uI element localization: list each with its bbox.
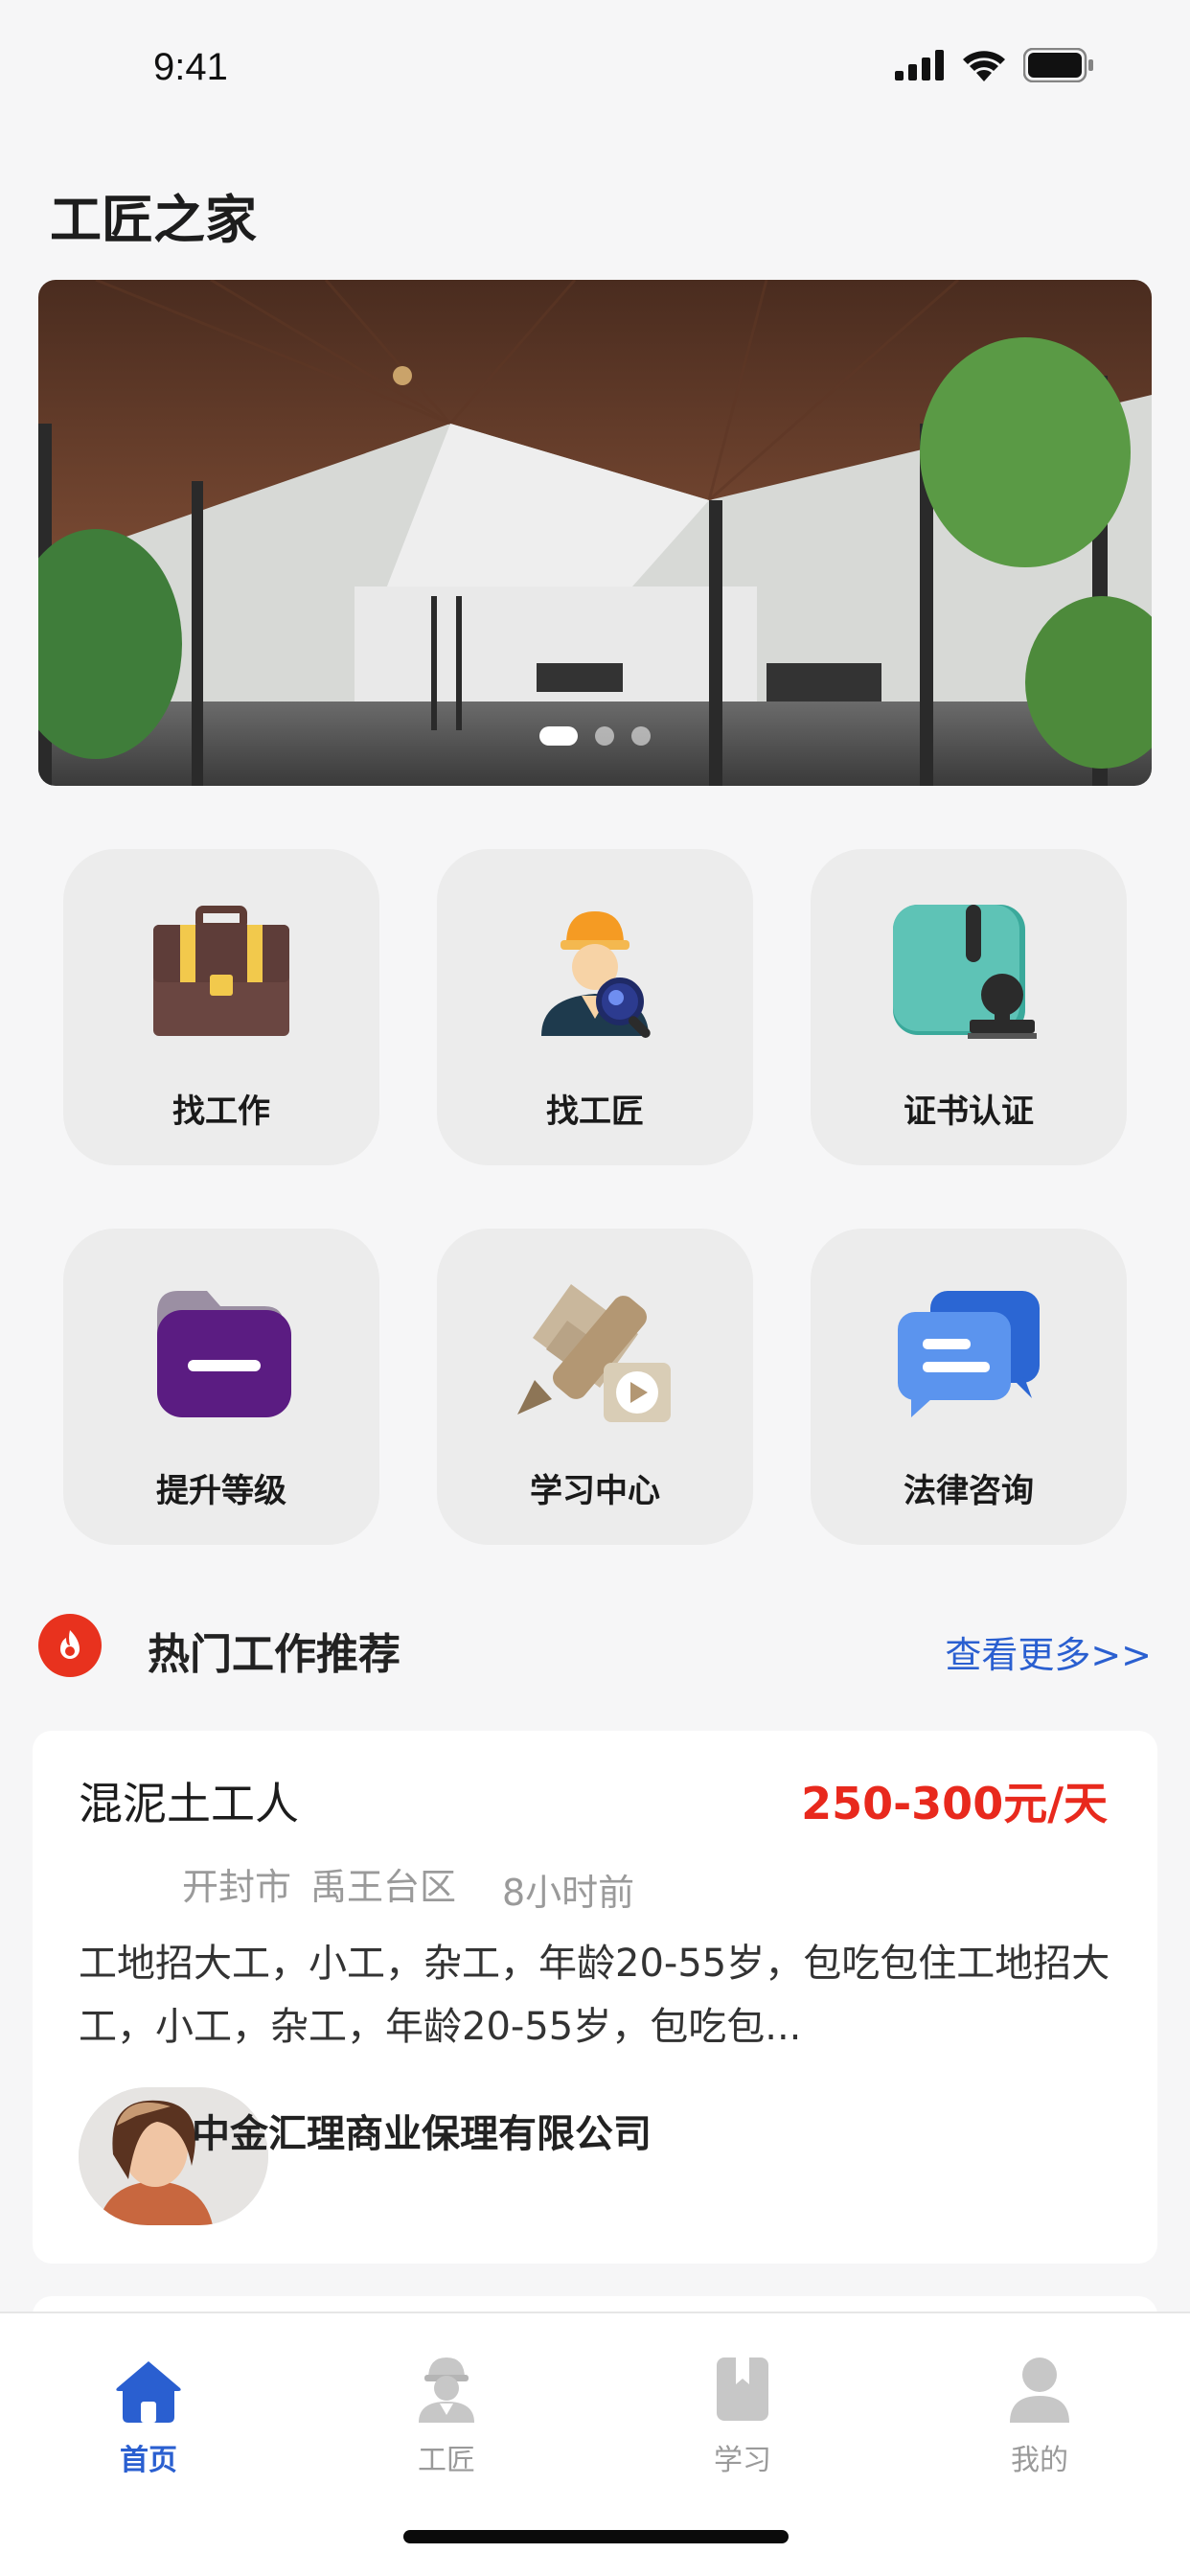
worker-icon	[419, 2358, 474, 2423]
banner-pagination	[38, 726, 1152, 746]
banner-dot[interactable]	[595, 726, 614, 746]
profile-icon	[1010, 2358, 1069, 2423]
banner-carousel[interactable]	[38, 280, 1152, 786]
tab-label: 我的	[1011, 2444, 1068, 2477]
job-location: 开封市 禹王台区	[182, 1857, 475, 1910]
status-icons	[895, 48, 1094, 82]
fire-icon	[38, 1614, 102, 1677]
tab-mine[interactable]: 我的	[963, 2340, 1116, 2478]
wifi-icon	[963, 51, 1005, 81]
feature-level-up[interactable]: 提升等级	[63, 1229, 379, 1545]
banner-dot[interactable]	[539, 726, 578, 746]
job-salary: 250-300元/天	[801, 1778, 1108, 1829]
book-icon	[717, 2358, 768, 2421]
tab-home[interactable]: 首页	[72, 2340, 225, 2478]
feature-certificate[interactable]: 证书认证	[811, 849, 1127, 1165]
hot-jobs-header: 热门工作推荐 查看更多>>	[38, 1614, 1152, 1681]
status-bar: 9:41	[0, 0, 1190, 134]
feature-label: 找工匠	[546, 1092, 644, 1131]
job-description: 工地招大工，小工，杂工，年龄20-55岁，包吃包住工地招大工，小工，杂工，年龄2…	[79, 1942, 1110, 2049]
section-title: 热门工作推荐	[148, 1630, 400, 1679]
tab-craftsman[interactable]: 工匠	[370, 2340, 523, 2478]
job-posted-time: 8小时前	[502, 1872, 635, 1914]
pencil-video-icon	[517, 1284, 671, 1422]
banner-image	[38, 280, 1152, 786]
view-more-link[interactable]: 查看更多>>	[945, 1625, 1152, 1678]
app-title: 工匠之家	[50, 190, 257, 250]
feature-grid: 找工作 找工匠 证书认证 提升等级 学习中心 法律咨询	[63, 849, 1127, 1545]
feature-label: 找工作	[172, 1092, 270, 1131]
job-district: 禹王台区	[310, 1866, 457, 1908]
feature-label: 法律咨询	[904, 1472, 1034, 1510]
job-city: 开封市	[182, 1866, 292, 1908]
feature-label: 学习中心	[530, 1472, 660, 1510]
job-title: 混泥土工人	[79, 1778, 299, 1829]
folder-icon	[157, 1291, 291, 1417]
tab-label: 首页	[120, 2444, 177, 2477]
tab-label: 工匠	[418, 2444, 475, 2477]
status-time: 9:41	[153, 46, 228, 88]
job-card[interactable]: 混泥土工人 250-300元/天 开封市 禹王台区 8小时前 工地招大工，小工，杂…	[33, 1731, 1157, 2264]
worker-search-icon	[541, 911, 651, 1038]
feature-find-worker[interactable]: 找工匠	[437, 849, 753, 1165]
certificate-stamp-icon	[893, 905, 1037, 1039]
company-name: 中金汇理商业保理有限公司	[192, 2112, 652, 2156]
banner-dot[interactable]	[631, 726, 651, 746]
feature-learning-center[interactable]: 学习中心	[437, 1229, 753, 1545]
briefcase-icon	[153, 906, 289, 1036]
tab-learning[interactable]: 学习	[666, 2340, 819, 2478]
chat-bubbles-icon	[898, 1291, 1040, 1417]
battery-icon	[1023, 48, 1093, 82]
home-indicator	[403, 2530, 789, 2543]
tab-label: 学习	[714, 2444, 771, 2477]
feature-find-job[interactable]: 找工作	[63, 849, 379, 1165]
feature-label: 证书认证	[904, 1092, 1034, 1131]
feature-label: 提升等级	[156, 1472, 286, 1510]
cellular-signal-icon	[895, 50, 944, 80]
home-icon	[116, 2361, 181, 2423]
feature-legal-consult[interactable]: 法律咨询	[811, 1229, 1127, 1545]
